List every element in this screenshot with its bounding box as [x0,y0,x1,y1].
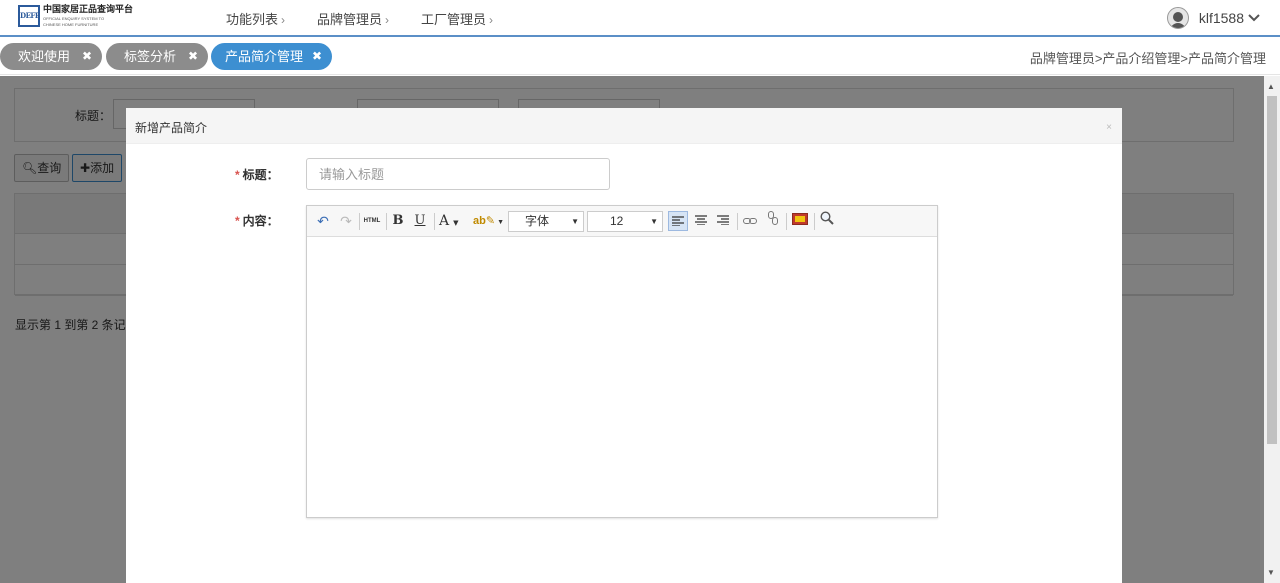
logo-title: 中国家居正品查询平台 [43,4,134,15]
title-field-label: * 标题： [235,168,279,182]
username: klf1588 [1198,10,1244,26]
link-icon[interactable] [741,211,759,231]
scrollbar[interactable]: ▲ ▼ [1264,76,1280,583]
avatar [1166,7,1189,29]
dialog-header: 新增产品简介 × [126,108,1122,144]
font-family-select[interactable]: 字体 ▼ [508,211,584,232]
top-header: DEFF 中国家居正品查询平台 OFFICIAL ENQUIRY SYSTEM … [0,0,1280,37]
highlight-button[interactable]: ab✎ ▼ [473,211,504,231]
nav-function-list[interactable]: 功能列表 › [226,9,285,28]
caret-down-icon: ▼ [453,219,459,227]
close-icon[interactable]: ✖ [188,43,198,70]
unlink-icon[interactable] [764,211,782,231]
tab-welcome[interactable]: 欢迎使用 ✖ [0,43,102,70]
required-mark: * [235,214,240,228]
content-field-label: * 内容： [235,214,279,228]
rich-text-editor: ↶ ↷ HTML B U A ▼ ab✎ ▼ 字体 ▼ 12 ▼ [306,205,938,518]
highlighter-icon: ✎ [485,215,496,227]
chevron-down-icon [1248,14,1260,22]
breadcrumb: 品牌管理员>产品介绍管理>产品简介管理 [1029,51,1266,66]
caret-down-icon: ▼ [650,217,658,226]
scroll-down-icon[interactable]: ▼ [1267,568,1275,577]
tab-product-intro[interactable]: 产品简介管理 ✖ [211,43,332,70]
image-icon[interactable] [790,211,810,231]
bold-button[interactable]: B [390,211,406,231]
align-right-icon[interactable] [714,211,732,231]
tab-tag-analysis[interactable]: 标签分析 ✖ [106,43,208,70]
title-input[interactable] [306,158,610,190]
site-logo[interactable]: DEFF 中国家居正品查询平台 OFFICIAL ENQUIRY SYSTEM … [18,5,133,27]
editor-content-area[interactable] [307,237,937,517]
dialog-title: 新增产品简介 [135,121,208,135]
close-icon[interactable]: ✖ [82,43,92,70]
caret-down-icon: ▼ [571,217,579,226]
redo-icon[interactable]: ↷ [337,211,355,231]
chevron-right-icon: › [385,13,390,27]
align-center-icon[interactable] [692,211,710,231]
close-icon[interactable]: × [1106,122,1112,133]
user-menu[interactable]: klf1588 [1166,7,1260,29]
scrollbar-thumb[interactable] [1267,96,1277,444]
align-left-icon[interactable] [668,211,688,231]
undo-icon[interactable]: ↶ [314,211,332,231]
font-color-button[interactable]: A ▼ [439,211,467,231]
logo-subtitle-1: OFFICIAL ENQUIRY SYSTEM TO [43,15,105,21]
chevron-right-icon: › [281,13,286,27]
add-product-intro-dialog: 新增产品简介 × *标题： *内容： ↶ ↷ HTML B U A▼ ab✎▼ … [126,108,1122,583]
chevron-right-icon: › [489,13,494,27]
close-icon[interactable]: ✖ [312,43,322,70]
scroll-up-icon[interactable]: ▲ [1267,82,1275,91]
caret-down-icon: ▼ [497,219,504,226]
search-icon[interactable] [817,211,837,231]
required-mark: * [235,168,240,182]
nav-brand-admin[interactable]: 品牌管理员 › [317,9,389,28]
tabs-bar: 欢迎使用 ✖ 标签分析 ✖ 产品简介管理 ✖ 品牌管理员>产品介绍管理>产品简介… [0,39,1280,75]
editor-toolbar: ↶ ↷ HTML B U A ▼ ab✎ ▼ 字体 ▼ 12 ▼ [307,206,937,237]
font-size-select[interactable]: 12 ▼ [587,211,663,232]
logo-mark: DEFF [18,5,40,27]
logo-subtitle-2: CHINESE HOME FURNITURE [43,21,99,27]
main-nav: 功能列表 › 品牌管理员 › 工厂管理员 › [226,9,525,28]
nav-factory-admin[interactable]: 工厂管理员 › [421,9,493,28]
html-source-button[interactable]: HTML [362,211,382,231]
underline-button[interactable]: U [412,211,428,231]
